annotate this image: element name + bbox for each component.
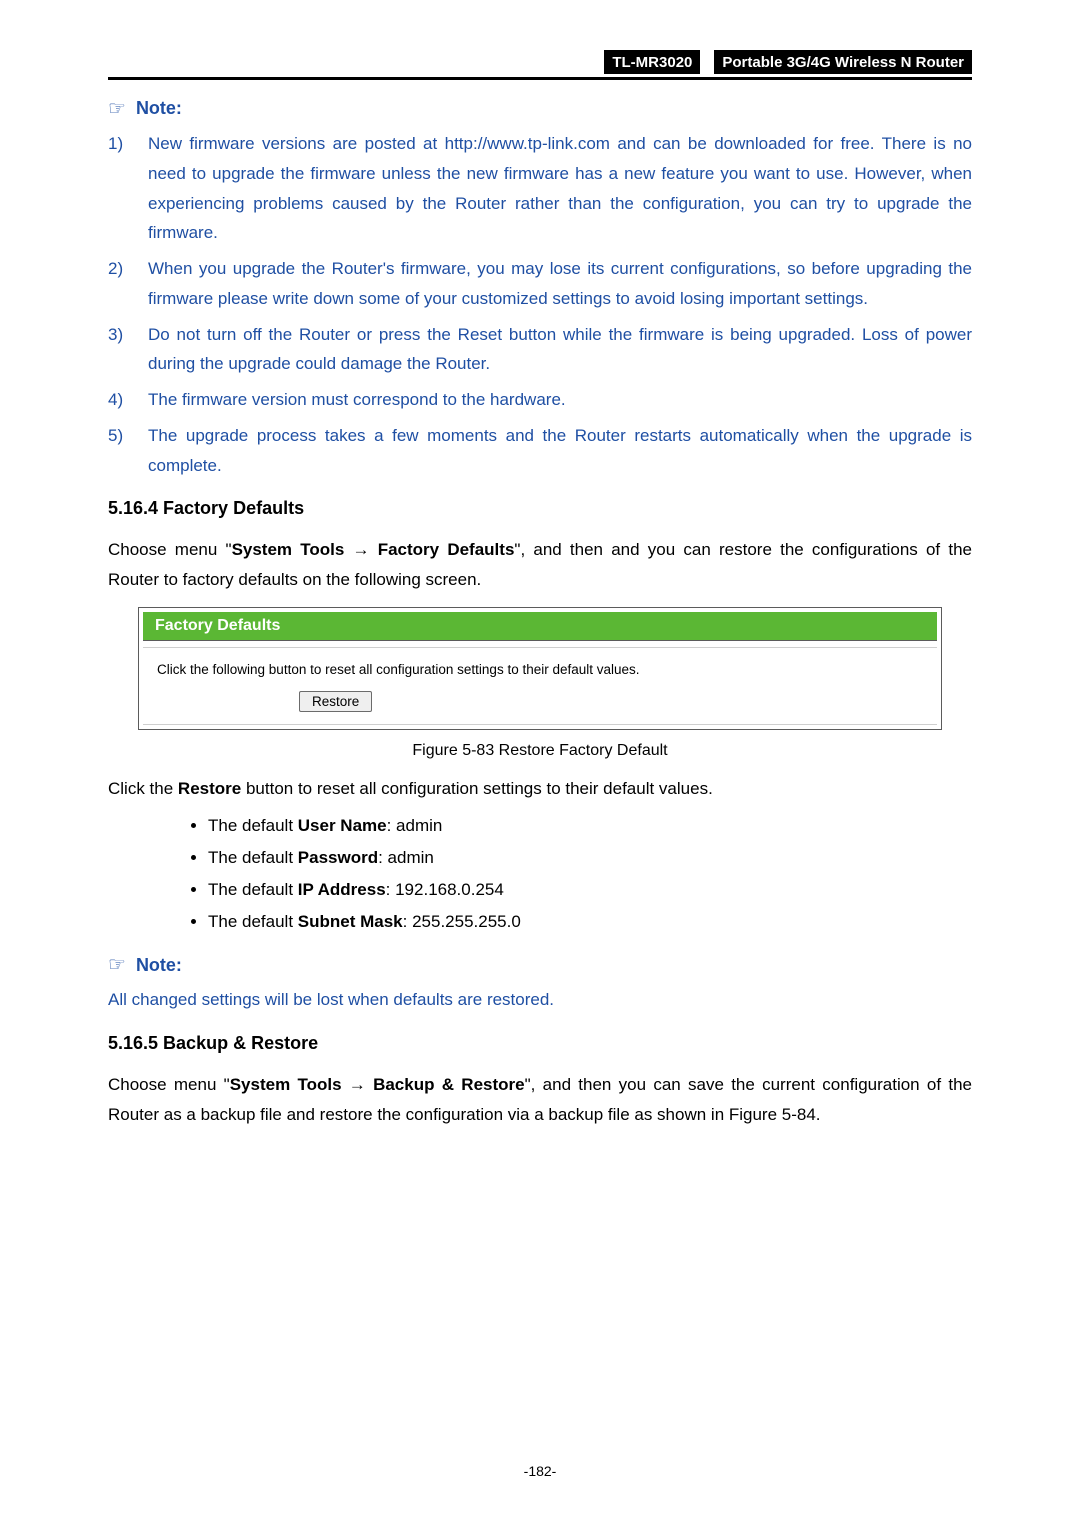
note-text: New firmware versions are posted at http…: [148, 134, 972, 242]
intro-prefix: Choose menu ": [108, 1075, 230, 1094]
after-figure-text: Click the Restore button to reset all co…: [108, 774, 972, 804]
header-gap: [700, 50, 714, 74]
default-suffix: : 255.255.255.0: [403, 912, 521, 931]
note-item-3: 3) Do not turn off the Router or press t…: [108, 320, 972, 380]
note-text: The upgrade process takes a few moments …: [148, 426, 972, 475]
figure-divider: [143, 647, 937, 648]
note-num: 5): [108, 421, 123, 451]
pointing-hand-icon: ☞: [108, 99, 126, 119]
note-text: The firmware version must correspond to …: [148, 390, 566, 409]
note-2-text: All changed settings will be lost when d…: [108, 986, 972, 1013]
note-text: Do not turn off the Router or press the …: [148, 325, 972, 374]
note-num: 1): [108, 129, 123, 159]
section-heading-factory-defaults: 5.16.4 Factory Defaults: [108, 498, 972, 519]
note-item-4: 4) The firmware version must correspond …: [108, 385, 972, 415]
header-rule: [108, 77, 972, 80]
note-list-1: 1) New firmware versions are posted at h…: [108, 129, 972, 480]
intro-arrow: →: [342, 1075, 374, 1094]
page-header: TL-MR3020 Portable 3G/4G Wireless N Rout…: [108, 50, 972, 74]
list-item: The default IP Address: 192.168.0.254: [208, 874, 972, 906]
intro-arrow: →: [344, 540, 377, 559]
figure-body-text: Click the following button to reset all …: [157, 662, 941, 677]
note-num: 3): [108, 320, 123, 350]
note-heading-1: ☞ Note:: [108, 98, 972, 119]
note-num: 4): [108, 385, 123, 415]
intro-bold-system-tools: System Tools: [232, 540, 345, 559]
default-prefix: The default: [208, 848, 298, 867]
note-item-2: 2) When you upgrade the Router's firmwar…: [108, 254, 972, 314]
default-suffix: : 192.168.0.254: [386, 880, 504, 899]
figure-factory-defaults: Factory Defaults Click the following but…: [138, 607, 942, 730]
intro-prefix: Choose menu ": [108, 540, 232, 559]
after-figure-prefix: Click the: [108, 779, 178, 798]
header-subtitle: Portable 3G/4G Wireless N Router: [714, 50, 972, 74]
figure-bottom-divider: [143, 724, 937, 725]
list-item: The default Password: admin: [208, 842, 972, 874]
note-label-1: Note:: [136, 98, 182, 119]
default-suffix: : admin: [378, 848, 434, 867]
default-bold: IP Address: [298, 880, 386, 899]
note-heading-2: ☞ Note:: [108, 955, 972, 976]
default-bold: User Name: [298, 816, 387, 835]
note-item-5: 5) The upgrade process takes a few momen…: [108, 421, 972, 481]
default-suffix: : admin: [387, 816, 443, 835]
default-bold: Subnet Mask: [298, 912, 403, 931]
note-num: 2): [108, 254, 123, 284]
note-label-2: Note:: [136, 955, 182, 976]
after-figure-suffix: button to reset all configuration settin…: [241, 779, 713, 798]
intro-bold-backup-restore: Backup & Restore: [373, 1075, 525, 1094]
defaults-list: The default User Name: admin The default…: [108, 810, 972, 939]
factory-defaults-intro: Choose menu "System Tools → Factory Defa…: [108, 535, 972, 595]
figure-title-bar: Factory Defaults: [143, 612, 937, 641]
default-prefix: The default: [208, 880, 298, 899]
intro-bold-factory-defaults: Factory Defaults: [378, 540, 515, 559]
default-prefix: The default: [208, 912, 298, 931]
default-prefix: The default: [208, 816, 298, 835]
page-number: -182-: [0, 1463, 1080, 1479]
default-bold: Password: [298, 848, 378, 867]
header-right: TL-MR3020 Portable 3G/4G Wireless N Rout…: [604, 50, 972, 74]
note-item-1: 1) New firmware versions are posted at h…: [108, 129, 972, 248]
after-figure-bold: Restore: [178, 779, 241, 798]
model-number: TL-MR3020: [604, 50, 700, 74]
section-heading-backup-restore: 5.16.5 Backup & Restore: [108, 1033, 972, 1054]
intro-bold-system-tools: System Tools: [230, 1075, 342, 1094]
list-item: The default User Name: admin: [208, 810, 972, 842]
pointing-hand-icon: ☞: [108, 955, 126, 975]
restore-button[interactable]: Restore: [299, 691, 372, 712]
note-text: When you upgrade the Router's firmware, …: [148, 259, 972, 308]
figure-caption: Figure 5-83 Restore Factory Default: [108, 742, 972, 760]
backup-restore-intro: Choose menu "System Tools → Backup & Res…: [108, 1070, 972, 1130]
list-item: The default Subnet Mask: 255.255.255.0: [208, 906, 972, 938]
